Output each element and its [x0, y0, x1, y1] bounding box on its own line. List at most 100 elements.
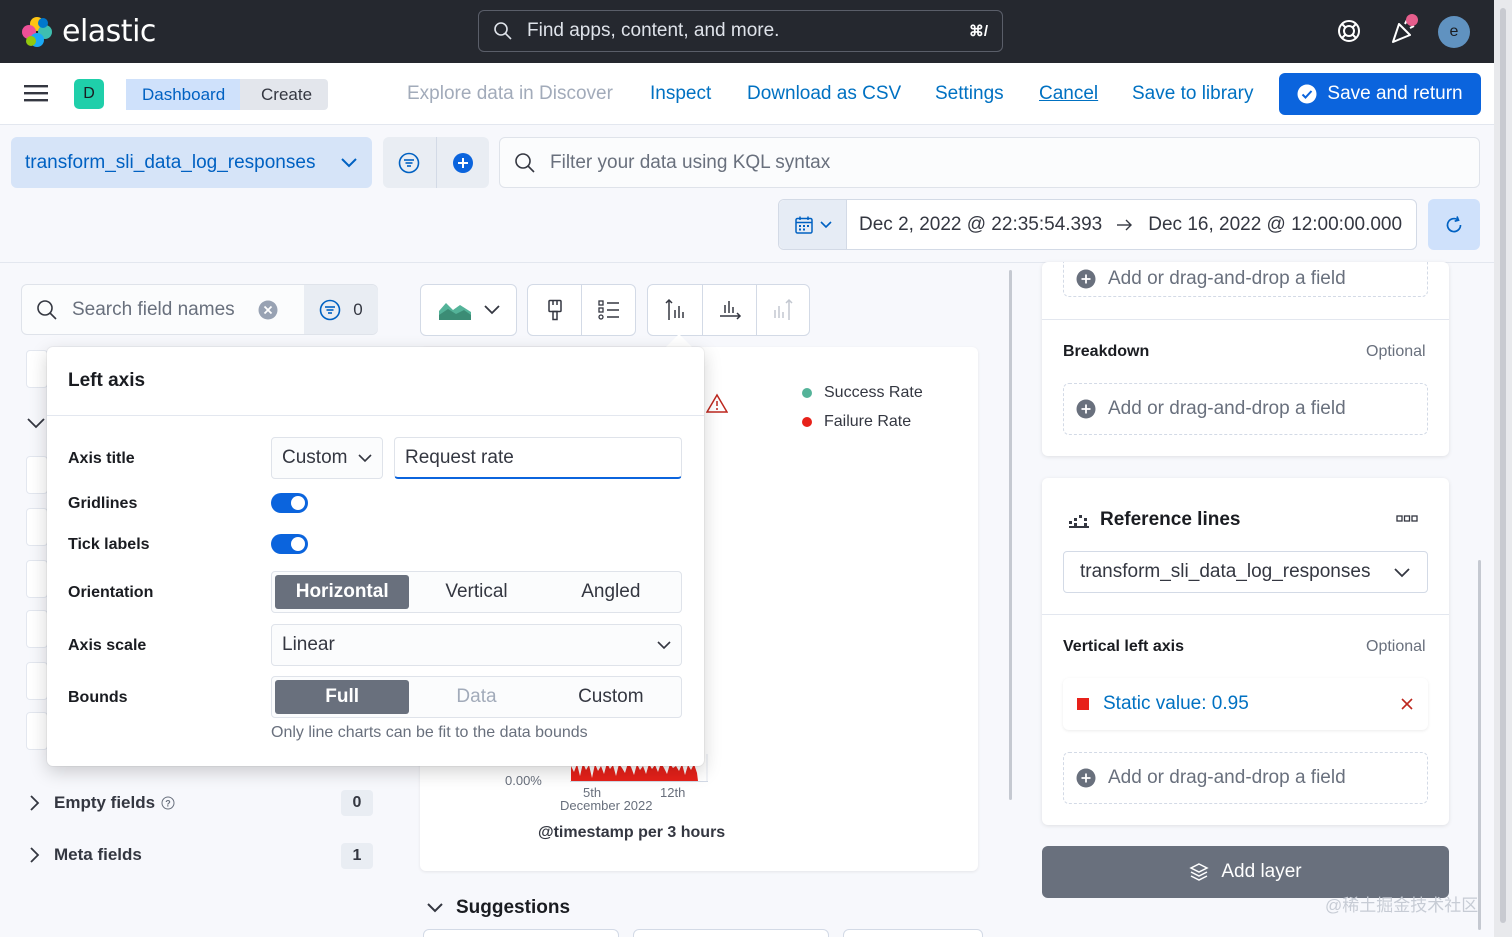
more-actions-icon[interactable]	[1396, 515, 1418, 523]
field-search-input[interactable]: Search field names 0	[21, 284, 378, 335]
left-axis-button[interactable]	[648, 285, 703, 335]
window-scrollbar-thumb[interactable]	[1500, 8, 1506, 923]
save-to-library-link[interactable]: Save to library	[1132, 83, 1253, 105]
suggestion-card[interactable]	[633, 929, 829, 937]
axis-settings-buttons	[647, 284, 810, 336]
check-circle-icon	[1297, 84, 1317, 104]
vertical-left-axis-dropzone[interactable]: Add or drag-and-drop a field	[1063, 752, 1428, 804]
elastic-logo[interactable]: elastic	[20, 14, 156, 49]
y-axis-tick: 0.00%	[505, 773, 542, 788]
visual-options-button[interactable]	[528, 285, 582, 335]
gridlines-label: Gridlines	[68, 495, 138, 512]
saved-query-button[interactable]	[383, 137, 437, 188]
legend-options-button[interactable]	[582, 285, 635, 335]
breakdown-label: Breakdown	[1063, 343, 1150, 360]
gridlines-toggle[interactable]	[271, 493, 308, 513]
chart-type-button[interactable]	[421, 285, 516, 335]
left-axis-icon	[665, 298, 684, 320]
elastic-logo-icon	[22, 16, 52, 47]
data-view-picker[interactable]: transform_sli_data_log_responses	[11, 137, 372, 188]
area-chart-icon	[438, 303, 471, 320]
axis-scale-select[interactable]: Linear	[271, 624, 682, 666]
chevron-right-icon	[30, 847, 40, 863]
workspace-scrollbar[interactable]	[1009, 270, 1012, 800]
explore-discover-link: Explore data in Discover	[407, 83, 613, 104]
global-search-input[interactable]: Find apps, content, and more. ⌘/	[478, 10, 1003, 52]
quick-select-button[interactable]	[779, 200, 847, 249]
field-item[interactable]	[26, 508, 48, 546]
bounds-custom-button[interactable]: Custom	[544, 680, 678, 714]
bounds-button-group: Full Data Custom	[271, 676, 682, 718]
reference-data-view-select[interactable]: transform_sli_data_log_responses	[1063, 551, 1428, 593]
help-icon[interactable]	[1334, 16, 1364, 46]
divider	[1042, 319, 1449, 320]
field-item[interactable]	[26, 610, 48, 648]
space-avatar[interactable]: D	[74, 79, 104, 109]
axis-scale-value: Linear	[282, 634, 335, 655]
filter-count: 0	[353, 299, 363, 319]
field-item[interactable]	[26, 560, 48, 598]
field-item[interactable]	[26, 456, 48, 494]
field-dropzone[interactable]: Add or drag-and-drop a field	[1063, 262, 1428, 297]
calendar-icon	[794, 216, 813, 234]
tick-labels-label: Tick labels	[68, 536, 150, 553]
bounds-full-button[interactable]: Full	[275, 680, 410, 714]
settings-link[interactable]: Settings	[935, 83, 1004, 105]
chart-type-switcher[interactable]	[420, 284, 517, 336]
orientation-angled-button[interactable]: Angled	[544, 575, 678, 609]
chevron-down-icon	[358, 453, 372, 462]
legend-item-failure[interactable]: Failure Rate	[802, 413, 911, 431]
popover-title: Left axis	[68, 370, 146, 391]
add-filter-button[interactable]	[437, 137, 490, 188]
breadcrumb-dashboard[interactable]: Dashboard	[126, 79, 253, 110]
config-panel-scrollbar[interactable]	[1478, 560, 1481, 930]
suggestion-card[interactable]	[423, 929, 619, 937]
warning-icon[interactable]	[706, 393, 728, 413]
field-type-filter-button[interactable]: 0	[304, 285, 378, 334]
meta-fields-accordion[interactable]: Meta fields	[28, 845, 142, 865]
save-and-return-button[interactable]: Save and return	[1279, 73, 1481, 115]
chevron-down-icon[interactable]	[26, 416, 46, 430]
kql-query-input[interactable]: Filter your data using KQL syntax	[499, 137, 1480, 188]
x-axis-title: @timestamp per 3 hours	[538, 824, 726, 841]
legend-label: Success Rate	[824, 384, 923, 401]
orientation-horizontal-button[interactable]: Horizontal	[275, 575, 410, 609]
axis-title-input[interactable]: Request rate	[394, 437, 682, 479]
orientation-button-group: Horizontal Vertical Angled	[271, 571, 682, 613]
tick-labels-toggle[interactable]	[271, 534, 308, 554]
static-value-item[interactable]: Static value: 0.95	[1063, 678, 1428, 730]
suggestions-toggle[interactable]: Suggestions	[426, 897, 570, 919]
legend-item-success[interactable]: Success Rate	[802, 384, 923, 402]
field-item[interactable]	[26, 662, 48, 700]
orientation-vertical-button[interactable]: Vertical	[409, 575, 543, 609]
empty-fields-count: 0	[341, 790, 373, 816]
bottom-axis-button[interactable]	[703, 285, 757, 335]
watermark-text: @稀土掘金技术社区	[1325, 896, 1479, 915]
close-icon[interactable]	[1400, 697, 1414, 711]
layers-icon	[1189, 863, 1210, 881]
search-icon	[37, 299, 57, 320]
filter-icon	[398, 152, 420, 173]
optional-label: Optional	[1366, 343, 1426, 360]
suggestion-card[interactable]	[843, 929, 983, 937]
divider	[1042, 614, 1449, 615]
refresh-button[interactable]	[1428, 199, 1480, 250]
menu-icon[interactable]	[24, 83, 48, 103]
empty-fields-accordion[interactable]: Empty fields ?	[28, 793, 175, 813]
end-date[interactable]: Dec 16, 2022 @ 12:00:00.000	[1148, 214, 1402, 236]
svg-text:?: ?	[165, 799, 171, 809]
app-header: D Dashboard Create Explore data in Disco…	[0, 63, 1494, 125]
field-item[interactable]	[26, 712, 48, 750]
reference-data-view-name: transform_sli_data_log_responses	[1080, 561, 1371, 582]
user-avatar[interactable]: e	[1438, 16, 1470, 48]
cancel-link[interactable]: Cancel	[1039, 83, 1098, 105]
axis-title-mode-select[interactable]: Custom	[271, 437, 383, 479]
clear-icon[interactable]	[258, 300, 278, 320]
field-item[interactable]	[26, 350, 48, 388]
plus-circle-icon	[452, 152, 473, 173]
breakdown-dropzone[interactable]: Add or drag-and-drop a field	[1063, 383, 1428, 435]
add-layer-label: Add layer	[1221, 861, 1302, 882]
download-csv-link[interactable]: Download as CSV	[747, 83, 901, 105]
inspect-link[interactable]: Inspect	[650, 83, 711, 105]
start-date[interactable]: Dec 2, 2022 @ 22:35:54.393	[859, 214, 1102, 236]
